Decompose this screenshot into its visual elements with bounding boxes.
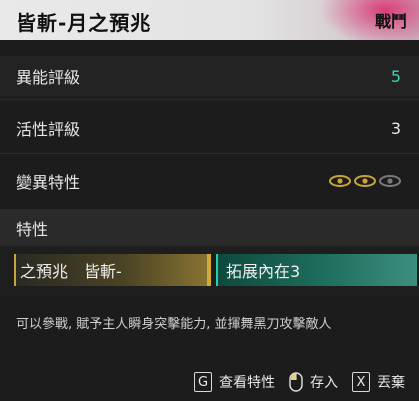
mutation-trait-row: 變異特性: [0, 161, 419, 201]
ability-rating-value: 5: [390, 66, 401, 86]
control-hints: G 查看特性 存入 X 丟棄: [194, 370, 405, 394]
trait-chip-expand-inner[interactable]: 拓展內在3: [216, 254, 417, 286]
view-traits-label: 查看特性: [219, 375, 275, 391]
item-header: 皆斬-月之預兆 戰鬥: [0, 0, 419, 40]
store-control[interactable]: 存入: [289, 372, 338, 392]
mutation-trait-label: 變異特性: [16, 173, 81, 192]
activity-rating-row: 活性評級 3: [0, 108, 419, 148]
discard-label: 丟棄: [377, 375, 405, 391]
view-traits-control[interactable]: G 查看特性: [194, 372, 275, 392]
item-title: 皆斬-月之預兆: [16, 11, 152, 35]
mouse-icon: [289, 372, 303, 392]
item-category-tag: 戰鬥: [374, 12, 407, 31]
eye-icon-inactive: [379, 175, 401, 187]
item-description: 可以參戰, 賦予主人瞬身突擊能力, 並揮舞黑刀攻擊敵人: [16, 317, 332, 332]
item-detail-panel: 皆斬-月之預兆 戰鬥 異能評級 5 活性評級 3 變異特性 特性 之預兆 皆斬-…: [0, 0, 419, 401]
row-divider: [0, 99, 419, 100]
chip-edge-decoration: [207, 254, 211, 286]
store-label: 存入: [310, 375, 338, 391]
traits-title: 特性: [16, 219, 49, 239]
activity-rating-label: 活性評級: [16, 120, 81, 139]
x-key-icon: X: [352, 372, 370, 392]
trait-chip-label: 之預兆 皆斬-: [20, 262, 122, 281]
g-key-icon: G: [194, 372, 212, 392]
ability-rating-row: 異能評級 5: [0, 56, 419, 96]
eye-icon-active: [329, 175, 351, 187]
traits-section-title: 特性: [0, 209, 419, 246]
trait-chip-label: 拓展內在3: [226, 262, 301, 281]
mutation-eye-rating: [329, 175, 401, 187]
activity-rating-value: 3: [390, 118, 401, 138]
eye-icon-active: [354, 175, 376, 187]
row-divider: [0, 153, 419, 154]
trait-chip-list: 之預兆 皆斬- 拓展內在3: [0, 246, 419, 296]
discard-control[interactable]: X 丟棄: [352, 372, 405, 392]
trait-chip-moon-omen[interactable]: 之預兆 皆斬-: [14, 254, 211, 286]
ability-rating-label: 異能評級: [16, 68, 81, 87]
